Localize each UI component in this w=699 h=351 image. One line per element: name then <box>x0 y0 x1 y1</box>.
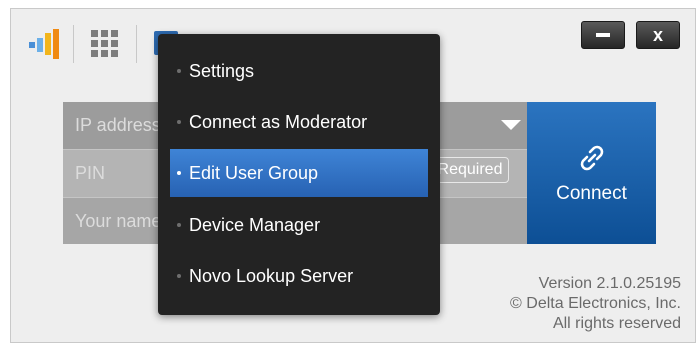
link-icon <box>580 145 603 171</box>
minimize-icon <box>596 33 610 37</box>
version-info: Version 2.1.0.25195 © Delta Electronics,… <box>510 274 681 334</box>
menu-item-settings[interactable]: Settings <box>170 47 428 95</box>
rights-text: All rights reserved <box>552 315 681 332</box>
menu-item-device-manager[interactable]: Device Manager <box>170 201 428 249</box>
menu-item-label: Settings <box>189 61 255 81</box>
menu-item-label: Edit User Group <box>189 163 319 183</box>
bullet-icon <box>177 171 181 175</box>
pin-required-badge: Required <box>431 157 509 183</box>
close-icon: x <box>652 24 663 45</box>
toolbar-separator <box>136 25 137 63</box>
bullet-icon <box>177 120 181 124</box>
copyright-text: © Delta Electronics, Inc. <box>510 295 681 312</box>
bullet-icon <box>177 69 181 73</box>
bullet-icon <box>177 274 181 278</box>
menu-item-label: Device Manager <box>189 215 321 235</box>
ip-address-placeholder: IP address <box>75 115 161 135</box>
pin-placeholder: PIN <box>75 163 106 183</box>
menu-item-label: Connect as Moderator <box>189 112 368 132</box>
bullet-icon <box>177 223 181 227</box>
dropdown-arrow-icon[interactable] <box>501 120 521 130</box>
grid-icon[interactable] <box>91 30 119 58</box>
menu-item-edit-user-group[interactable]: Edit User Group <box>170 149 428 197</box>
settings-dropdown-menu: Settings Connect as Moderator Edit User … <box>158 34 440 315</box>
connect-label: Connect <box>556 183 627 204</box>
version-text: Version 2.1.0.25195 <box>538 275 681 292</box>
connection-signal-icon[interactable] <box>29 27 59 61</box>
connect-button[interactable]: Connect <box>527 102 656 244</box>
menu-item-novo-lookup-server[interactable]: Novo Lookup Server <box>170 252 428 300</box>
minimize-button[interactable] <box>581 21 625 49</box>
name-placeholder: Your name <box>75 211 162 231</box>
toolbar-separator <box>73 25 74 63</box>
menu-item-connect-as-moderator[interactable]: Connect as Moderator <box>170 98 428 146</box>
menu-item-label: Novo Lookup Server <box>189 266 354 286</box>
close-button[interactable]: x <box>636 21 680 49</box>
